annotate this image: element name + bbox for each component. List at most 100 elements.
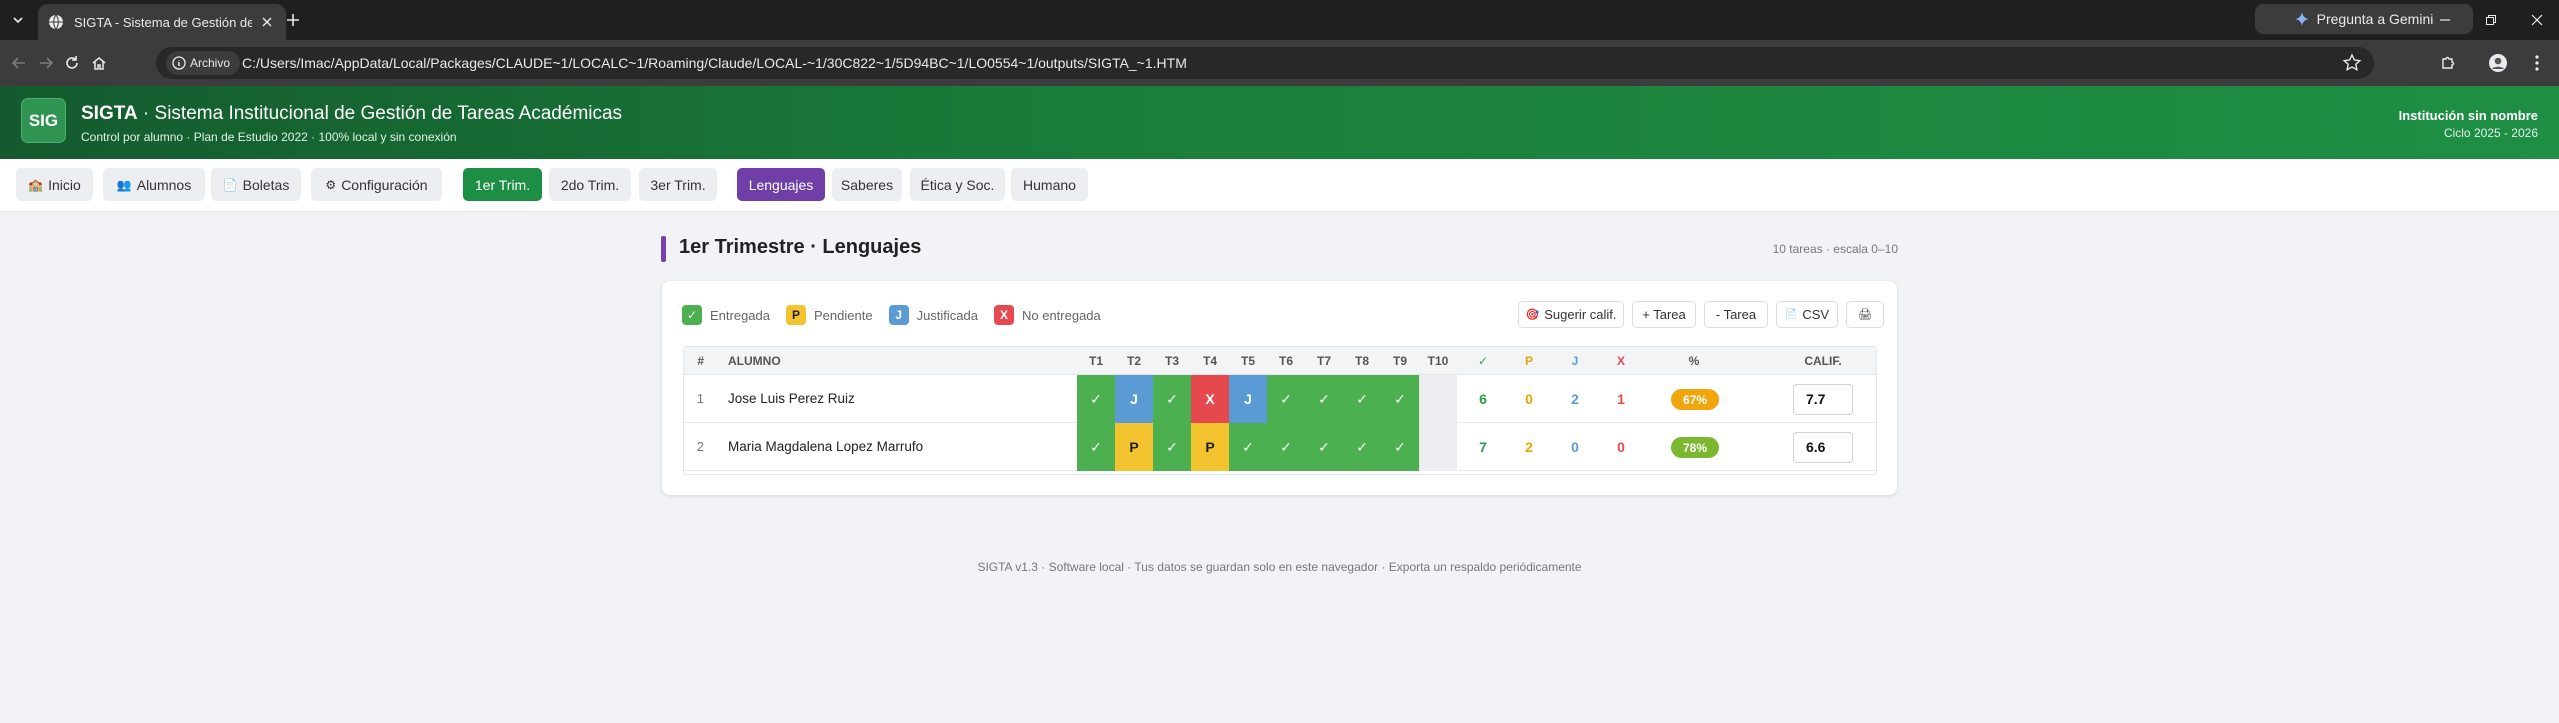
print-button[interactable]: 🖨 [1846,301,1884,328]
task-cell-entregada[interactable]: ✓ [1381,375,1419,423]
percent-badge: 78% [1671,437,1719,458]
nav-trim-1[interactable]: 1er Trim. [463,168,542,201]
site-info-chip[interactable]: Archivo [166,51,241,75]
nav-saberes[interactable]: Saberes [832,168,902,201]
nav-trim-2[interactable]: 2do Trim. [549,168,631,201]
menu-button[interactable] [2525,51,2549,75]
col-task-3: T3 [1164,354,1179,368]
nav-humano[interactable]: Humano [1011,168,1088,201]
nav-trim-3[interactable]: 3er Trim. [639,168,717,201]
col-alumno: ALUMNO [728,354,781,368]
task-cell-justificada[interactable]: J [1229,375,1267,423]
restore-button[interactable] [2481,10,2501,30]
gemini-label: Pregunta a Gemini [2316,11,2434,27]
bookmark-star-icon[interactable] [2342,53,2362,73]
grade-input[interactable]: 7.7 [1793,384,1853,415]
nav-etica[interactable]: Ética y Soc. [910,168,1005,201]
tab-search-button[interactable] [6,9,30,31]
close-window-button[interactable] [2527,10,2547,30]
legend-noentregada: X No entregada [993,305,1101,325]
task-cell-entregada[interactable]: ✓ [1305,375,1343,423]
student-name[interactable]: Maria Magdalena Lopez Marrufo [728,423,923,471]
legend-justificada-icon: J [888,305,909,325]
minimize-button[interactable] [2435,10,2455,30]
nav-alumnos[interactable]: 👥 Alumnos [103,168,205,201]
task-cell-entregada[interactable]: ✓ [1267,375,1305,423]
count-entregada: 6 [1479,391,1487,407]
extensions-button[interactable] [2436,51,2460,75]
legend-pendiente-label: Pendiente [814,307,873,323]
new-tab-button[interactable] [282,9,304,31]
task-cell-justificada[interactable]: J [1115,375,1153,423]
col-count-justificada: J [1571,354,1579,368]
address-bar[interactable]: Archivo C:/Users/Imac/AppData/Local/Pack… [156,47,2374,79]
nav-lenguajes[interactable]: Lenguajes [737,168,825,201]
suggest-grade-button[interactable]: 🎯 Sugerir calif. [1518,301,1624,328]
col-count-noentregada: X [1616,354,1625,368]
plus-icon [287,14,299,26]
table-row: 1 Jose Luis Perez Ruiz ✓ J ✓ X J ✓ ✓ ✓ ✓ 6 0 2 1 67% 7.7 [684,375,1876,423]
task-cell-noentregada[interactable]: X [1191,375,1229,423]
minimize-icon [2440,19,2450,21]
task-cell-entregada[interactable]: ✓ [1343,375,1381,423]
add-task-button[interactable]: + Tarea [1632,301,1696,328]
task-cell-entregada[interactable]: ✓ [1153,423,1191,471]
section-title: 1er Trimestre · Lenguajes [679,236,922,258]
puzzle-icon [2442,56,2455,69]
url-text: C:/Users/Imac/AppData/Local/Packages/CLA… [242,55,1187,71]
app-header: SIG SIGTA · Sistema Institucional de Ges… [0,86,2559,159]
col-num: # [697,354,704,368]
section-meta: 10 tareas · escala 0–10 [1772,242,1898,256]
status-legend: ✓ Entregada P Pendiente J Justificada X No e… [682,305,1117,325]
legend-justificada-label: Justificada [916,307,978,323]
col-task-7: T7 [1316,354,1331,368]
count-noentregada: 0 [1617,439,1625,455]
legend-entregada: ✓ Entregada [682,305,770,325]
col-task-2: T2 [1126,354,1141,368]
export-csv-label: CSV [1802,307,1830,322]
col-task-6: T6 [1278,354,1293,368]
task-cell-entregada[interactable]: ✓ [1305,423,1343,471]
nav-boletas[interactable]: 📄 Boletas [211,168,301,201]
tab-title: SIGTA - Sistema de Gestión de T [74,14,252,30]
people-icon: 👥 [116,177,132,192]
task-cell-entregada[interactable]: ✓ [1077,375,1115,423]
nav-inicio[interactable]: 🏫 Inicio [16,168,93,201]
legend-noentregada-label: No entregada [1021,307,1101,323]
col-task-8: T8 [1354,354,1369,368]
task-cell-entregada[interactable]: ✓ [1343,423,1381,471]
legend-entregada-icon: ✓ [682,305,702,325]
task-cell-entregada[interactable]: ✓ [1267,423,1305,471]
reload-button[interactable] [60,51,84,75]
nav-boletas-label: Boletas [242,176,290,193]
forward-button[interactable] [34,51,58,75]
suggest-grade-label: Sugerir calif. [1544,307,1617,322]
nav-configuracion[interactable]: ⚙ Configuración [311,168,442,201]
close-icon[interactable] [258,13,276,31]
task-cell-pendiente[interactable]: P [1191,423,1229,471]
task-cell-entregada[interactable]: ✓ [1229,423,1267,471]
export-csv-button[interactable]: 📄 CSV [1776,301,1838,328]
remove-task-button[interactable]: - Tarea [1704,301,1768,328]
app-title: SIGTA · Sistema Institucional de Gestión… [81,103,622,125]
row-number: 2 [696,439,704,454]
task-cell-pendiente[interactable]: P [1115,423,1153,471]
app-footer: SIGTA v1.3 · Software local · Tus datos … [977,560,1582,574]
home-button[interactable] [87,51,111,75]
task-cell-vacia[interactable] [1419,423,1457,471]
close-icon [2531,14,2543,26]
restore-icon [2486,15,2496,25]
task-cell-entregada[interactable]: ✓ [1153,375,1191,423]
task-cell-entregada[interactable]: ✓ [1077,423,1115,471]
student-name[interactable]: Jose Luis Perez Ruiz [728,375,855,423]
grade-input[interactable]: 6.6 [1793,432,1853,463]
browser-tab[interactable]: SIGTA - Sistema de Gestión de T [38,4,286,40]
col-task-9: T9 [1392,354,1407,368]
profile-button[interactable] [2486,51,2510,75]
task-cell-vacia[interactable] [1419,375,1457,423]
legend-pendiente: P Pendiente [786,305,873,325]
task-cell-entregada[interactable]: ✓ [1381,423,1419,471]
main-nav: 🏫 Inicio 👥 Alumnos 📄 Boletas ⚙ Configuración… [0,159,2559,212]
legend-noentregada-icon: X [993,305,1014,325]
back-button[interactable] [7,51,31,75]
